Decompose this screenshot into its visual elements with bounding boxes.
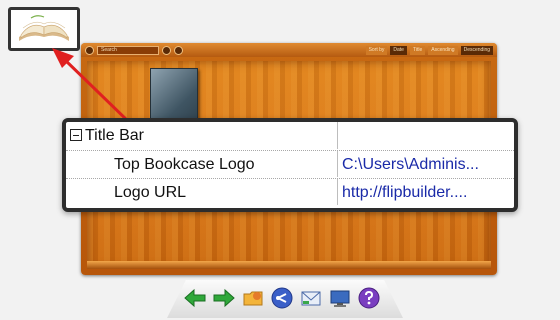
property-group-row[interactable]: Title Bar — [66, 122, 514, 149]
open-book-logo-icon — [11, 10, 77, 48]
monitor-icon[interactable] — [328, 286, 352, 310]
property-label: Top Bookcase Logo — [66, 151, 338, 177]
property-value[interactable]: C:\Users\Adminis... — [339, 151, 514, 177]
property-row-logo-url[interactable]: Logo URL http://flipbuilder.... — [66, 178, 514, 205]
bookcase-toolbar: Search Sort by Date Title Ascending Desc… — [81, 43, 497, 57]
home-icon[interactable] — [85, 45, 94, 55]
email-icon[interactable] — [299, 286, 323, 310]
clear-icon[interactable] — [174, 45, 183, 55]
shelf-board — [87, 261, 491, 269]
property-group-value — [339, 122, 514, 149]
sort-ascending-button[interactable]: Ascending — [428, 45, 458, 55]
property-panel: Title Bar Top Bookcase Logo C:\Users\Adm… — [62, 118, 518, 212]
property-label: Logo URL — [66, 179, 338, 205]
bottom-icons — [183, 283, 381, 313]
share-icon[interactable] — [270, 286, 294, 310]
help-icon[interactable] — [357, 286, 381, 310]
arrow-left-icon[interactable] — [183, 286, 207, 310]
property-group-label: Title Bar — [85, 127, 144, 144]
property-row-top-bookcase-logo[interactable]: Top Bookcase Logo C:\Users\Adminis... — [66, 150, 514, 177]
search-icon[interactable] — [162, 45, 171, 55]
bookcase-logo-thumbnail[interactable] — [8, 7, 80, 51]
search-input[interactable]: Search — [97, 45, 159, 55]
property-value[interactable]: http://flipbuilder.... — [339, 179, 514, 205]
property-group-cell: Title Bar — [66, 122, 338, 149]
sort-date-button[interactable]: Date — [390, 45, 407, 55]
collapse-icon[interactable] — [70, 129, 82, 141]
folder-icon[interactable] — [241, 286, 265, 310]
arrow-right-icon[interactable] — [212, 286, 236, 310]
sort-by-label: Sort by — [365, 45, 388, 55]
sort-title-button[interactable]: Title — [409, 45, 426, 55]
sort-descending-button[interactable]: Descending — [460, 45, 493, 55]
